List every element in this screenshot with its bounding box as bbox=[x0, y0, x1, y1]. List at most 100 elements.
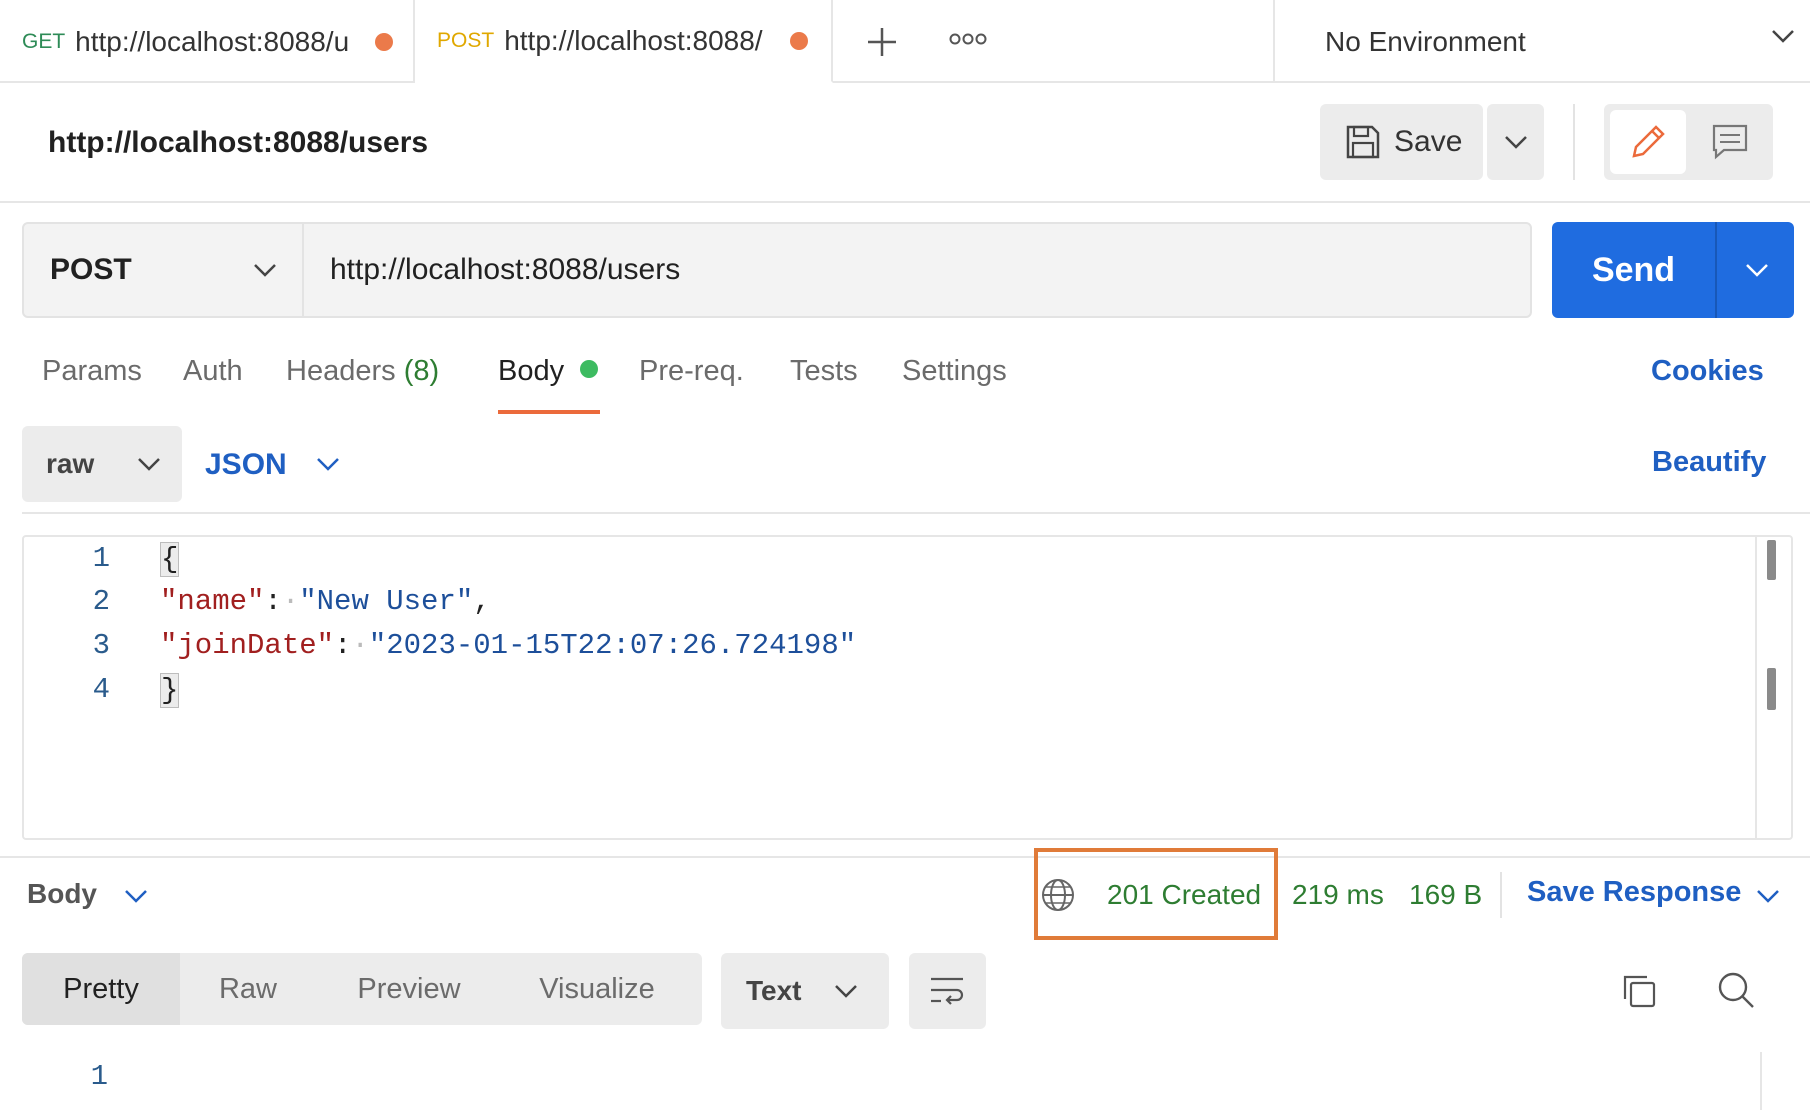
edit-mode-button[interactable] bbox=[1610, 110, 1686, 174]
send-label: Send bbox=[1591, 250, 1676, 289]
pencil-icon bbox=[1632, 125, 1665, 158]
save-button[interactable]: Save bbox=[1320, 104, 1483, 180]
response-meta-divider bbox=[1500, 872, 1502, 918]
body-options-divider bbox=[22, 512, 1810, 514]
json-comma: , bbox=[473, 585, 491, 618]
editor-scrollbar-marker bbox=[1767, 668, 1776, 710]
chevron-down-icon bbox=[254, 264, 276, 277]
line-number: 4 bbox=[92, 673, 110, 706]
response-type-select[interactable]: Text bbox=[721, 953, 889, 1029]
status-highlight-box bbox=[1034, 848, 1278, 940]
response-divider bbox=[0, 856, 1810, 858]
code-open-brace: { bbox=[160, 542, 180, 577]
unsaved-dot-icon bbox=[375, 32, 394, 51]
response-view-tabs: Pretty Raw Preview Visualize bbox=[22, 953, 702, 1025]
save-label: Save bbox=[1394, 125, 1463, 158]
tab-headers-label: Headers bbox=[286, 355, 396, 387]
response-section-select[interactable]: Body bbox=[27, 878, 157, 918]
view-tab-label: Visualize bbox=[539, 972, 655, 1005]
json-colon: : bbox=[334, 629, 352, 662]
new-tab-button[interactable] bbox=[860, 20, 904, 64]
plus-icon bbox=[868, 28, 896, 56]
chevron-down-icon bbox=[138, 458, 160, 471]
unsaved-dot-icon bbox=[790, 31, 809, 50]
response-section-label: Body bbox=[27, 878, 97, 909]
wrap-lines-button[interactable] bbox=[909, 953, 986, 1029]
json-key: "joinDate" bbox=[160, 629, 335, 662]
response-size[interactable]: 169 B bbox=[1409, 879, 1482, 911]
body-format-select[interactable]: JSON bbox=[205, 426, 345, 502]
tab-tests[interactable]: Tests bbox=[790, 355, 858, 388]
save-response-button[interactable]: Save Response bbox=[1527, 876, 1787, 916]
tab-body-underline bbox=[498, 410, 600, 414]
view-tab-pretty[interactable]: Pretty bbox=[22, 953, 180, 1025]
chevron-down-icon bbox=[835, 985, 857, 998]
send-button[interactable]: Send bbox=[1552, 222, 1715, 318]
tab-url: http://localhost:8088/ bbox=[504, 24, 763, 56]
tab-post-request[interactable]: POST http://localhost:8088/ bbox=[415, 0, 833, 83]
environment-selector[interactable]: No Environment bbox=[1275, 0, 1810, 83]
editor-scrollbar-thumb[interactable] bbox=[1767, 540, 1776, 580]
copy-icon bbox=[1623, 975, 1656, 1008]
editor-scrollbar-track bbox=[1755, 537, 1757, 838]
code-close-brace: } bbox=[160, 673, 180, 708]
tab-auth[interactable]: Auth bbox=[183, 355, 243, 388]
environment-label: No Environment bbox=[1325, 25, 1526, 57]
comment-icon bbox=[1712, 124, 1748, 160]
line-number: 2 bbox=[92, 585, 110, 618]
more-tabs-button[interactable] bbox=[948, 24, 988, 54]
search-button[interactable] bbox=[1716, 970, 1756, 1010]
tab-params[interactable]: Params bbox=[42, 355, 142, 388]
tab-method-get: GET bbox=[22, 29, 66, 53]
tab-prereq[interactable]: Pre-req. bbox=[639, 355, 744, 388]
json-key: "name" bbox=[160, 585, 265, 618]
line-number: 3 bbox=[92, 629, 110, 662]
body-format-label: JSON bbox=[205, 448, 287, 481]
chevron-down-icon bbox=[1772, 30, 1794, 43]
comments-button[interactable] bbox=[1692, 110, 1768, 174]
tab-url: http://localhost:8088/u bbox=[75, 25, 350, 57]
code-line-3: "joinDate":·"2023-01-15T22:07:26.724198" bbox=[160, 629, 857, 662]
chevron-down-icon bbox=[1757, 890, 1779, 903]
copy-button[interactable] bbox=[1620, 972, 1658, 1010]
title-bar-divider bbox=[1573, 104, 1575, 180]
chevron-down-icon bbox=[1746, 264, 1768, 277]
url-input[interactable] bbox=[304, 224, 1530, 316]
body-mode-label: raw bbox=[46, 448, 95, 479]
request-body-editor[interactable] bbox=[22, 535, 1793, 840]
method-label: POST bbox=[50, 253, 132, 286]
send-options-button[interactable] bbox=[1717, 222, 1794, 318]
line-number: 1 bbox=[92, 542, 110, 575]
view-tab-label: Pretty bbox=[63, 972, 139, 1005]
tab-settings[interactable]: Settings bbox=[902, 355, 1007, 388]
save-options-button[interactable] bbox=[1487, 104, 1544, 180]
tab-body-label: Body bbox=[498, 355, 565, 387]
view-tab-label: Preview bbox=[357, 972, 461, 1005]
floppy-disk-icon bbox=[1346, 125, 1380, 159]
tab-body[interactable]: Body bbox=[498, 355, 599, 388]
response-scrollbar-edge bbox=[1760, 1052, 1762, 1110]
search-icon bbox=[1718, 972, 1754, 1008]
json-colon: : bbox=[264, 585, 282, 618]
json-value: "New User" bbox=[299, 585, 474, 618]
method-selector[interactable]: POST bbox=[24, 224, 304, 316]
request-title: http://localhost:8088/users bbox=[48, 126, 429, 159]
response-type-label: Text bbox=[746, 975, 802, 1006]
view-tab-visualize[interactable]: Visualize bbox=[502, 953, 692, 1025]
response-line-number: 1 bbox=[90, 1060, 108, 1093]
response-time[interactable]: 219 ms bbox=[1292, 879, 1384, 911]
body-indicator-dot-icon bbox=[580, 360, 599, 378]
tab-method-post: POST bbox=[437, 28, 495, 52]
beautify-link[interactable]: Beautify bbox=[1652, 446, 1766, 479]
tab-get-request[interactable]: GET http://localhost:8088/u bbox=[0, 0, 415, 83]
body-mode-select[interactable]: raw bbox=[22, 426, 182, 502]
cookies-link[interactable]: Cookies bbox=[1651, 355, 1764, 388]
ellipsis-icon bbox=[949, 33, 987, 45]
tab-headers[interactable]: Headers (8) bbox=[286, 355, 439, 388]
headers-count: (8) bbox=[403, 355, 440, 387]
send-button-group: Send bbox=[1552, 222, 1794, 318]
view-tab-raw[interactable]: Raw bbox=[180, 953, 316, 1025]
chevron-down-icon bbox=[317, 458, 339, 471]
view-tab-label: Raw bbox=[218, 972, 277, 1005]
view-tab-preview[interactable]: Preview bbox=[316, 953, 502, 1025]
